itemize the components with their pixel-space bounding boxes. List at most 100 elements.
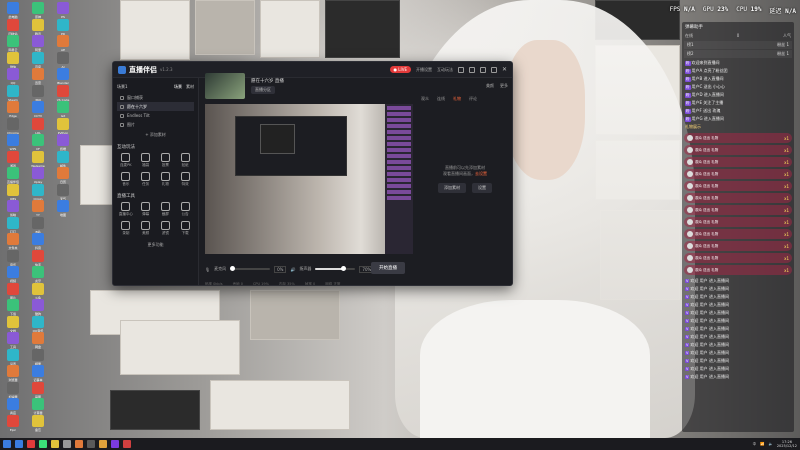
area-button[interactable]: 直播分区 [251,86,275,94]
beauty-button[interactable]: 美颜 [486,83,494,89]
tool-screenshot[interactable]: 截屏 [157,202,175,217]
maximize-icon[interactable] [490,66,497,73]
taskbar-app-icon[interactable] [63,440,71,448]
taskbar-apps [15,440,131,448]
fps-readout: FPS N/A [669,6,695,13]
desktop-icon[interactable]: 备忘 [27,414,49,437]
volume-icon[interactable]: 🔈 [768,442,772,446]
action-interact[interactable]: 互动玩法 [437,67,453,73]
tool-task[interactable]: 任务 [137,172,155,187]
more-button[interactable]: 更多 [500,83,508,89]
tool-gift[interactable]: 礼物 [157,172,175,187]
app-icon [7,117,19,130]
tool-effect[interactable]: 特效 [176,172,194,187]
source-item[interactable]: Endless Tilt [117,111,194,120]
tool-notice[interactable]: 公告 [176,202,194,217]
avatar [687,171,693,177]
chat-message: 粉用户C 送出 小心心 [685,84,725,90]
tool-label: 弹幕 [142,212,150,216]
taskbar-app-icon[interactable] [51,440,59,448]
source-item[interactable]: 愿在十六岁 [117,102,194,111]
right-tab[interactable]: 评论 [469,96,477,102]
tab-scene[interactable]: 场景 [174,84,182,90]
clock[interactable]: 17:26 2025/12/12 [777,440,797,448]
taskbar-app-icon[interactable] [87,440,95,448]
tool-vote[interactable]: 投票 [157,153,175,168]
title-bar[interactable]: 直播伴侣 v1.2.3 ● LIVE 开播设置 互动玩法 ✕ [113,62,512,78]
tool-download[interactable]: 下载 [176,221,194,236]
tool-filter[interactable]: 滤镜 [157,221,175,236]
mic-icon[interactable]: 🎙 [205,267,210,272]
stream-title[interactable]: 愿在十六岁 直播 [251,78,284,84]
fan-badge: 粉 [685,101,691,106]
desktop-icon[interactable]: 地图 [52,200,74,222]
tool-danmu[interactable]: 弹幕 [137,202,155,217]
tool-mic[interactable]: 连麦PK [117,153,135,168]
source-icon [120,113,124,118]
fan-badge: 粉 [685,69,691,74]
rank-row[interactable]: 榜2 粉丝 1 [684,50,792,58]
taskbar-app-icon[interactable] [39,440,47,448]
app-logo: 直播伴侣 v1.2.3 [118,65,173,75]
gift-row: 观众 送出 礼物 x1 [684,193,792,203]
ime-indicator[interactable]: 中 [753,442,757,447]
source-item[interactable]: 窗口捕获 [117,93,194,102]
minimize-icon[interactable] [479,66,486,73]
app-icon [57,200,69,212]
gift-row: 观众 送出 礼物 x1 [684,253,792,263]
mic-slider[interactable] [230,266,271,271]
tab-material[interactable]: 素材 [186,84,194,90]
settings-icon[interactable] [468,66,475,73]
start-live-button[interactable]: 开始直播 [371,262,405,274]
taskbar-app-icon[interactable] [123,440,131,448]
desktop-icon[interactable]: Epic [2,414,24,437]
enter-message: V 欢迎 用户 进入直播间 [685,350,729,355]
app-icon [57,18,69,31]
speaker-icon[interactable]: 🔊 [290,267,295,272]
enter-message: V 欢迎 用户 进入直播间 [685,358,729,363]
rank-row[interactable]: 榜1 粉丝 1 [684,41,792,49]
fan-badge: 粉 [685,85,691,90]
taskbar-app-icon[interactable] [111,440,119,448]
add-source-button[interactable]: + 添加素材 [117,132,194,138]
portrait-face [505,40,585,180]
stream-preview[interactable] [205,104,413,254]
add-material-button[interactable]: 添加素材 [438,183,466,193]
vip-badge: V [685,295,690,299]
tool-center[interactable]: 直播中心 [117,202,135,217]
action-settings[interactable]: 开播设置 [416,67,432,73]
gift-row: 观众 送出 礼物 x1 [684,133,792,143]
chat-icon[interactable] [457,66,464,73]
wall-poster [120,0,190,60]
stream-cover[interactable] [205,73,245,99]
tool-record[interactable]: 录制 [117,221,135,236]
tool-music[interactable]: 音乐 [117,172,135,187]
enter-message: V 欢迎 用户 进入直播间 [685,318,729,323]
taskbar-app-icon[interactable] [75,440,83,448]
danmu-title: 弹幕助手 [685,25,703,30]
live-badge[interactable]: ● LIVE [389,66,411,73]
right-tab[interactable]: 礼物 [453,96,461,102]
source-item[interactable]: 图片 [117,120,194,129]
settings-button[interactable]: 设置 [472,183,492,193]
tool-bag[interactable]: 福袋 [137,153,155,168]
setup-link[interactable]: 去设置 [475,171,487,176]
app-icon [57,117,69,130]
avatar [687,195,693,201]
more-functions-button[interactable]: 更多功能 [117,242,194,248]
taskbar-app-icon[interactable] [27,440,35,448]
close-icon[interactable]: ✕ [502,66,507,73]
enter-message: V 欢迎 用户 进入直播间 [685,278,729,283]
tool-label: 任务 [142,182,150,186]
taskbar-app-icon[interactable] [99,440,107,448]
source-label: 愿在十六岁 [127,103,147,109]
tool-sticker[interactable]: 贴纸 [176,153,194,168]
network-icon[interactable]: 📶 [760,442,764,446]
right-tab[interactable]: 观众 [421,96,429,102]
tool-beauty[interactable]: 美颜 [137,221,155,236]
right-tab[interactable]: 连线 [437,96,445,102]
start-icon[interactable] [3,440,11,448]
app-icon [32,216,44,229]
speaker-slider[interactable] [315,266,356,271]
taskbar-app-icon[interactable] [15,440,23,448]
